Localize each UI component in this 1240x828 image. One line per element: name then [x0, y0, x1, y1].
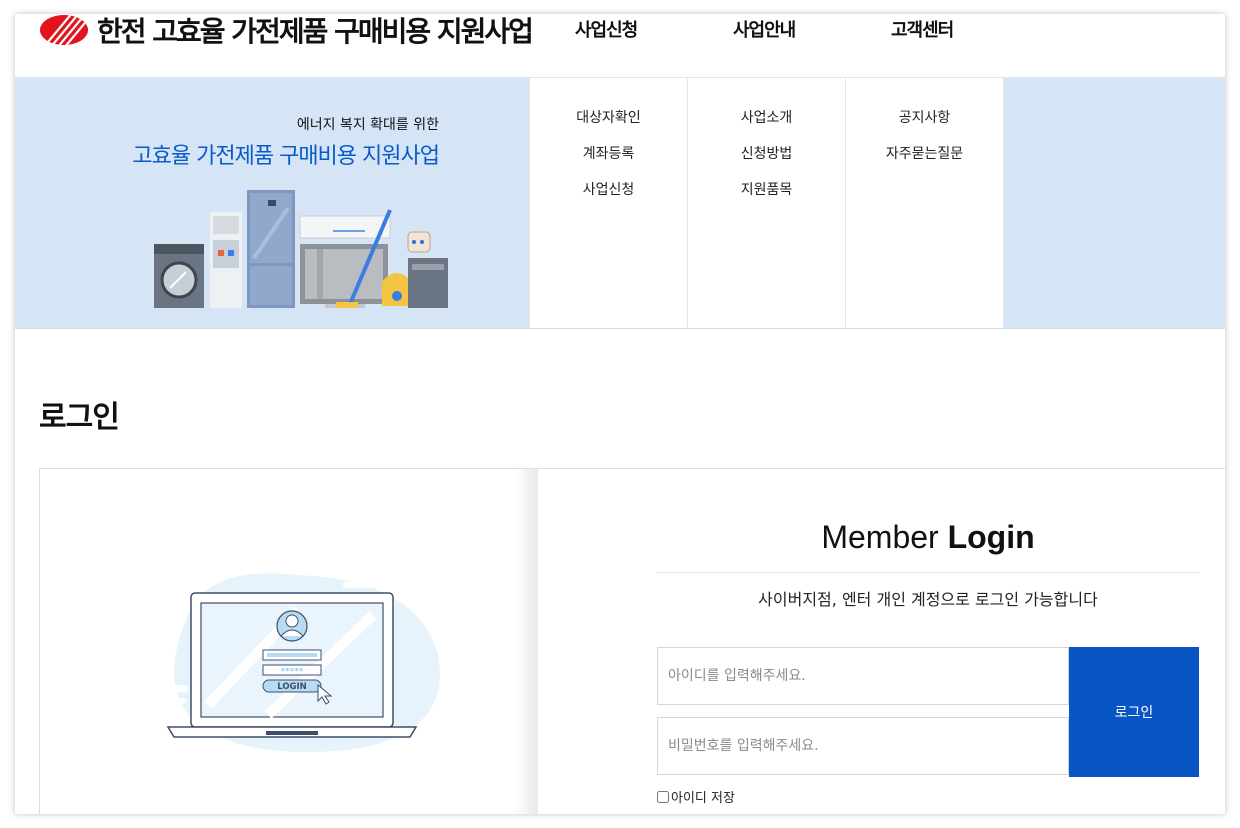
logo-text: 한전 고효율 가전제품 구매비용 지원사업 — [97, 15, 534, 48]
password-input[interactable] — [657, 717, 1069, 775]
remember-id[interactable]: 아이디 저장 — [657, 787, 735, 806]
menu-item-account[interactable]: 계좌등록 — [530, 143, 687, 163]
login-notice: 사이버지점, 엔터 개인 계정으로 로그인 가능합니다 — [758, 590, 1098, 609]
illustration-password-mask: ***** — [281, 667, 304, 677]
menu-item-notice[interactable]: 공지사항 — [846, 107, 1003, 127]
login-heading-light: Member — [821, 519, 948, 555]
menu-item-eligibility[interactable]: 대상자확인 — [530, 107, 687, 127]
mega-column-support: 공지사항 자주묻는질문 — [845, 78, 1004, 328]
heading-divider — [657, 572, 1199, 573]
illustration-login-label: LOGIN — [277, 682, 307, 692]
kepco-logo-icon — [40, 15, 88, 45]
remember-id-label: 아이디 저장 — [671, 791, 735, 806]
laptop-login-illustration: ***** LOGIN — [148, 569, 440, 752]
remember-id-checkbox[interactable] — [657, 790, 669, 803]
menu-item-apply[interactable]: 사업신청 — [530, 179, 687, 199]
promo-title: 고효율 가전제품 구매비용 지원사업 — [132, 144, 440, 169]
menu-item-method[interactable]: 신청방법 — [688, 143, 845, 163]
mega-menu: 에너지 복지 확대를 위한 고효율 가전제품 구매비용 지원사업 대상자확인 계… — [15, 78, 1225, 329]
mega-column-guide: 사업소개 신청방법 지원품목 — [687, 78, 845, 328]
login-heading: Member Login — [657, 519, 1199, 556]
menu-item-faq[interactable]: 자주묻는질문 — [846, 143, 1003, 163]
login-heading-bold: Login — [947, 519, 1035, 555]
nav-guide[interactable]: 사업안내 — [733, 16, 796, 42]
page-title: 로그인 — [39, 400, 120, 435]
site-logo[interactable]: 한전 고효율 가전제품 구매비용 지원사업 — [39, 14, 534, 50]
promo-subtitle: 에너지 복지 확대를 위한 — [296, 117, 439, 133]
nav-apply[interactable]: 사업신청 — [575, 16, 638, 42]
mega-column-apply: 대상자확인 계좌등록 사업신청 — [529, 78, 687, 328]
mega-menu-promo: 에너지 복지 확대를 위한 고효율 가전제품 구매비용 지원사업 — [15, 78, 529, 328]
user-id-input[interactable] — [657, 647, 1069, 705]
illustration-panel: ***** LOGIN — [40, 469, 538, 814]
page-frame: 한전 고효율 가전제품 구매비용 지원사업 사업신청 사업안내 고객센터 에너지… — [15, 14, 1225, 814]
login-form-panel: Member Login 사이버지점, 엔터 개인 계정으로 로그인 가능합니다… — [538, 469, 1225, 814]
login-container: ***** LOGIN Member Login 사이버지점, 엔터 개인 계정… — [39, 468, 1225, 814]
appliances-illustration — [154, 190, 448, 308]
menu-item-intro[interactable]: 사업소개 — [688, 107, 845, 127]
menu-item-products[interactable]: 지원품목 — [688, 179, 845, 199]
nav-support[interactable]: 고객센터 — [891, 16, 954, 42]
panel-shadow — [515, 469, 539, 814]
login-button[interactable]: 로그인 — [1069, 647, 1199, 777]
site-header: 한전 고효율 가전제품 구매비용 지원사업 사업신청 사업안내 고객센터 — [15, 14, 1225, 78]
